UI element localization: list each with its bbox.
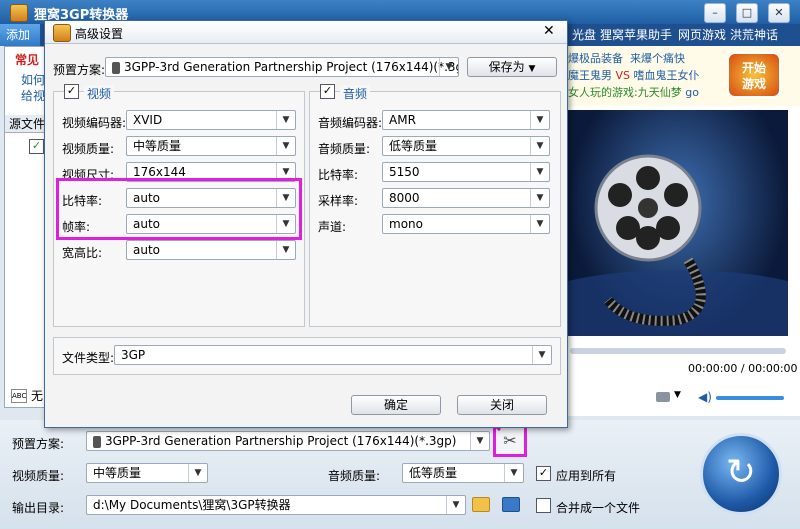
save-as-button[interactable]: 保存为 ▼: [467, 57, 557, 77]
chevron-down-icon: ▼: [439, 58, 458, 76]
file-type-group: 文件类型: 3GP ▼: [53, 337, 561, 375]
audio-codec-select[interactable]: AMR ▼: [382, 110, 550, 130]
channels-select[interactable]: mono ▼: [382, 214, 550, 234]
video-group-title: 视频: [84, 85, 115, 102]
dialog-preset-label: 预置方案:: [53, 63, 106, 77]
chevron-down-icon: ▼: [530, 189, 549, 207]
video-bitrate-label: 比特率:: [62, 194, 103, 208]
chevron-down-icon: ▼: [276, 111, 295, 129]
dialog-app-icon: [53, 24, 71, 42]
video-codec-label: 视频编码器:: [62, 116, 127, 130]
dialog-title-bar: 高级设置 ✕: [45, 21, 567, 44]
video-group: ✓ 视频 视频编码器: XVID ▼ 视频质量: 中等质量 ▼ 视频尺寸: 176x…: [53, 84, 305, 327]
dialog-preset-select[interactable]: 3GPP-3rd Generation Partnership Project …: [105, 57, 459, 77]
video-quality-label: 视频质量:: [62, 142, 115, 156]
chevron-down-icon: ▼: [276, 215, 295, 233]
audio-group-title: 音频: [340, 85, 371, 102]
file-type-select[interactable]: 3GP ▼: [114, 345, 552, 365]
frame-rate-label: 帧率:: [62, 220, 91, 234]
close-button[interactable]: 关闭: [457, 395, 547, 415]
audio-bitrate-select[interactable]: 5150 ▼: [382, 162, 550, 182]
phone-icon: [112, 61, 120, 74]
video-codec-select[interactable]: XVID ▼: [126, 110, 296, 130]
sample-rate-select[interactable]: 8000 ▼: [382, 188, 550, 208]
chevron-down-icon: ▼: [530, 137, 549, 155]
file-type-label: 文件类型:: [62, 351, 115, 365]
chevron-down-icon: ▼: [276, 241, 295, 259]
video-quality-select[interactable]: 中等质量 ▼: [126, 136, 296, 156]
audio-group: ✓ 音频 音频编码器: AMR ▼ 音频质量: 低等质量 ▼ 比特率: 5150 ▼ …: [309, 84, 561, 327]
audio-enable-checkbox[interactable]: ✓: [320, 84, 335, 99]
chevron-down-icon: ▼: [528, 64, 536, 74]
advanced-settings-dialog: 高级设置 ✕ 预置方案: 3GPP-3rd Generation Partner…: [44, 20, 568, 428]
audio-quality-select[interactable]: 低等质量 ▼: [382, 136, 550, 156]
frame-rate-select[interactable]: auto ▼: [126, 214, 296, 234]
audio-quality-label: 音频质量:: [318, 142, 371, 156]
aspect-ratio-select[interactable]: auto ▼: [126, 240, 296, 260]
dialog-title: 高级设置: [75, 27, 124, 41]
chevron-down-icon: ▼: [276, 189, 295, 207]
chevron-down-icon: ▼: [530, 163, 549, 181]
audio-codec-label: 音频编码器:: [318, 116, 383, 130]
dialog-close-icon[interactable]: ✕: [543, 23, 555, 39]
channels-label: 声道:: [318, 220, 347, 234]
chevron-down-icon: ▼: [530, 111, 549, 129]
sample-rate-label: 采样率:: [318, 194, 359, 208]
chevron-down-icon: ▼: [530, 215, 549, 233]
chevron-down-icon: ▼: [532, 346, 551, 364]
video-enable-checkbox[interactable]: ✓: [64, 84, 79, 99]
chevron-down-icon: ▼: [276, 137, 295, 155]
audio-bitrate-label: 比特率:: [318, 168, 359, 182]
video-bitrate-select[interactable]: auto ▼: [126, 188, 296, 208]
ok-button[interactable]: 确定: [351, 395, 441, 415]
aspect-ratio-label: 宽高比:: [62, 246, 103, 260]
